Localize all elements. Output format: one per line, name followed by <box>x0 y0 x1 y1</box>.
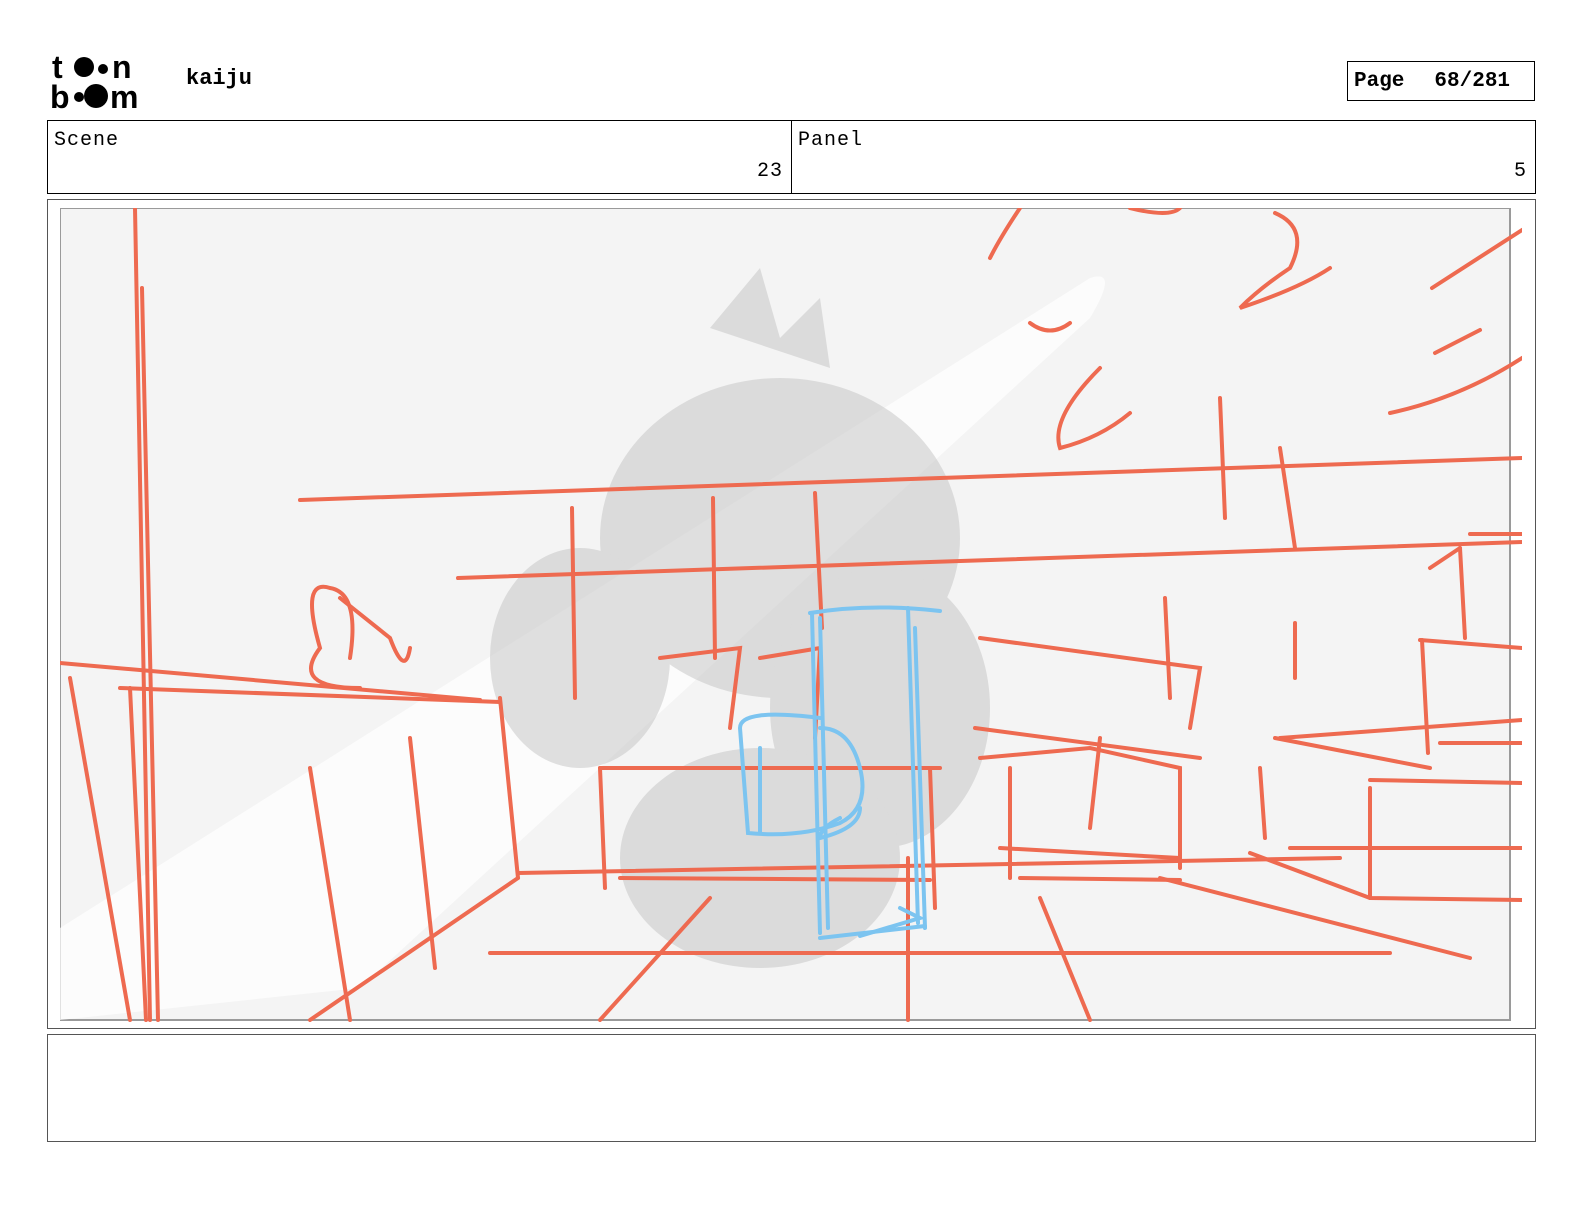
storyboard-panel <box>47 199 1536 1029</box>
scene-cell: Scene 23 <box>48 121 791 193</box>
page-indicator: Page 68/281 <box>1347 61 1535 101</box>
page-number: 68/281 <box>1434 69 1511 93</box>
scene-value: 23 <box>756 160 783 183</box>
scene-panel-info: Scene 23 Panel 5 <box>47 120 1536 194</box>
scene-label: Scene <box>54 129 120 152</box>
panel-value: 5 <box>1513 160 1527 183</box>
panel-sketch <box>60 208 1522 1022</box>
toon-boom-logo: t n b m <box>50 50 138 112</box>
panel-cell: Panel 5 <box>791 121 1535 193</box>
page-label: Page <box>1354 69 1405 93</box>
svg-text:m: m <box>110 79 138 112</box>
svg-text:b: b <box>50 79 70 112</box>
panel-label: Panel <box>798 129 864 152</box>
project-title: kaiju <box>186 66 253 91</box>
panel-notes <box>47 1034 1536 1142</box>
